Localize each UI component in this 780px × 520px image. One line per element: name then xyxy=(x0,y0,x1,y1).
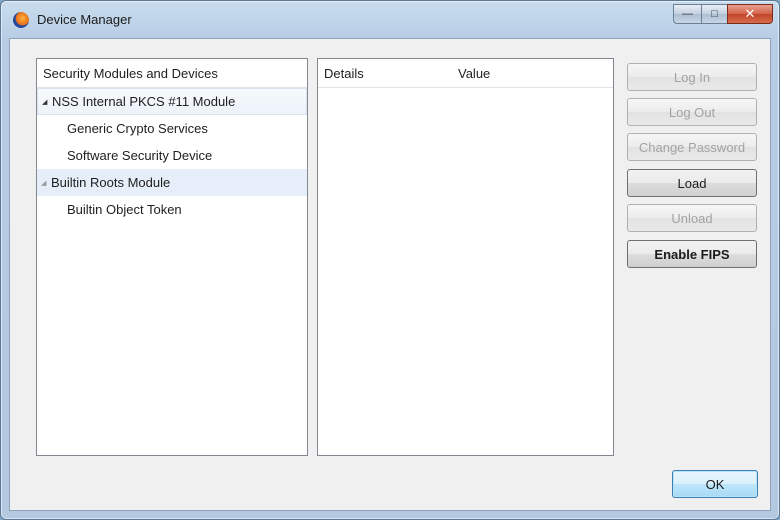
device-manager-window: Device Manager — □ ✕ Security Modules an… xyxy=(0,0,780,520)
close-icon: ✕ xyxy=(744,6,756,21)
enable-fips-button[interactable]: Enable FIPS xyxy=(627,240,757,268)
details-column-header: Details Value xyxy=(318,59,613,88)
details-column[interactable]: Details xyxy=(324,66,364,81)
minimize-button[interactable]: — xyxy=(673,4,701,24)
security-modules-tree[interactable]: Security Modules and Devices ◢ NSS Inter… xyxy=(36,58,308,456)
log-in-button[interactable]: Log In xyxy=(627,63,757,91)
expanded-arrow-icon[interactable]: ◢ xyxy=(42,98,50,106)
unload-button[interactable]: Unload xyxy=(627,204,757,232)
title-bar[interactable]: Device Manager — □ ✕ xyxy=(1,1,779,39)
tree-item-software-security[interactable]: Software Security Device xyxy=(37,142,307,169)
tree-item-label: NSS Internal PKCS #11 Module xyxy=(52,94,236,109)
maximize-button[interactable]: □ xyxy=(701,4,727,24)
value-column[interactable]: Value xyxy=(458,66,490,81)
tree-item-label: Builtin Roots Module xyxy=(51,175,171,190)
ok-button[interactable]: OK xyxy=(672,470,758,498)
tree-item-generic-crypto[interactable]: Generic Crypto Services xyxy=(37,115,307,142)
tree-item-label: Builtin Object Token xyxy=(67,202,182,217)
tree-item-label: Software Security Device xyxy=(67,148,213,163)
tree-item-builtin-roots[interactable]: ◢ Builtin Roots Module xyxy=(37,169,307,196)
close-button[interactable]: ✕ xyxy=(727,4,773,24)
dialog-client-area: Security Modules and Devices ◢ NSS Inter… xyxy=(9,38,771,511)
window-title: Device Manager xyxy=(37,12,132,27)
minimize-icon: — xyxy=(682,8,693,20)
tree-item-nss-internal[interactable]: ◢ NSS Internal PKCS #11 Module xyxy=(37,88,307,115)
tree-column-header[interactable]: Security Modules and Devices xyxy=(37,59,307,88)
details-list[interactable]: Details Value xyxy=(317,58,614,456)
maximize-icon: □ xyxy=(711,8,718,20)
tree-item-builtin-object-token[interactable]: Builtin Object Token xyxy=(37,196,307,223)
window-controls: — □ ✕ xyxy=(673,4,773,24)
expanded-arrow-icon[interactable]: ◢ xyxy=(41,179,49,187)
firefox-icon xyxy=(13,12,29,28)
tree-item-label: Generic Crypto Services xyxy=(67,121,208,136)
load-button[interactable]: Load xyxy=(627,169,757,197)
tree-header-label: Security Modules and Devices xyxy=(43,65,218,81)
change-password-button[interactable]: Change Password xyxy=(627,133,757,161)
log-out-button[interactable]: Log Out xyxy=(627,98,757,126)
